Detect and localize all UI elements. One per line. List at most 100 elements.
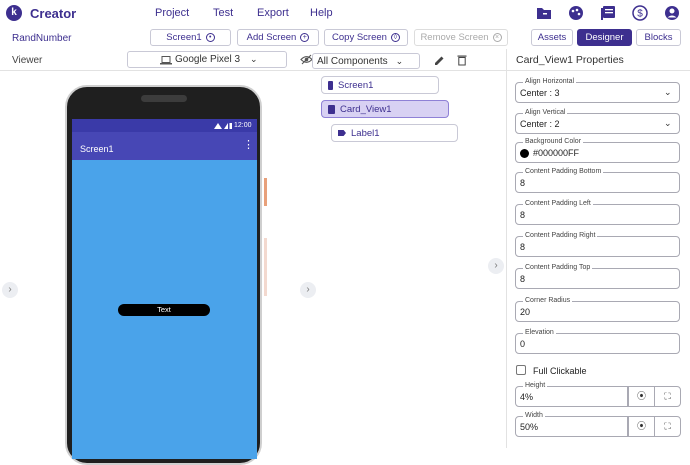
laptop-icon [160, 56, 172, 65]
color-swatch-icon [520, 149, 529, 158]
tree-item-label: Label1 [351, 127, 380, 139]
device-label: Google Pixel 3 [175, 54, 241, 65]
dropdown-circle-icon: • [205, 33, 215, 42]
content-padding-left-label: Content Padding Left [523, 200, 593, 207]
logo-icon: k [6, 5, 22, 21]
account-icon[interactable] [664, 5, 680, 21]
more-vert-icon[interactable]: ⋮ [243, 140, 254, 151]
tree-item-label1[interactable]: Label1 [331, 124, 458, 142]
tree-item-label: Card_View1 [340, 103, 392, 115]
palette-icon[interactable] [568, 5, 584, 21]
content-padding-right-label: Content Padding Right [523, 232, 598, 239]
menu-test[interactable]: Test [213, 7, 233, 19]
add-screen-label: Add Screen [246, 32, 297, 43]
status-clock: 12:00 [234, 122, 252, 129]
components-filter-label: All Components [317, 55, 388, 67]
content-padding-bottom-label: Content Padding Bottom [523, 168, 604, 175]
tree-item-screen1[interactable]: Screen1 [321, 76, 439, 94]
align-horizontal-label: Align Horizontal [523, 78, 577, 85]
content-padding-left-value: 8 [520, 210, 526, 220]
card-view-text[interactable]: Text [118, 304, 210, 316]
label-icon [338, 130, 346, 136]
phone-speaker [141, 95, 187, 102]
screen-title: Screen1 [80, 144, 114, 154]
elevation-label: Elevation [523, 329, 556, 336]
assets-button[interactable]: Assets [531, 29, 573, 46]
width-label: Width [523, 412, 545, 419]
device-select[interactable]: Google Pixel 3 ⌄ [127, 51, 287, 68]
menu-export[interactable]: Export [257, 7, 289, 19]
full-clickable-label: Full Clickable [533, 366, 587, 376]
properties-collapse-arrow[interactable]: › [488, 258, 504, 274]
properties-divider [506, 49, 507, 448]
phone-side-button [264, 178, 267, 206]
folder-icon[interactable] [536, 5, 552, 21]
height-value: 4% [520, 392, 534, 402]
viewer-header-divider [0, 70, 506, 71]
corner-radius-input[interactable] [515, 301, 680, 322]
fit-screen-icon[interactable]: ⦿ [628, 416, 655, 437]
viewer-label: Viewer [12, 55, 43, 66]
content-padding-right-input[interactable] [515, 236, 680, 257]
remove-icon: × [492, 33, 502, 42]
phone-side-button-lower [264, 238, 267, 296]
chevron-down-icon: ⌄ [664, 87, 672, 97]
background-color-value: #000000FF [533, 148, 580, 158]
height-label: Height [523, 382, 548, 389]
copy-icon: ◊ [390, 33, 400, 42]
fit-screen-icon[interactable]: ⦿ [628, 386, 655, 407]
svg-text:$: $ [637, 9, 643, 20]
blocks-button[interactable]: Blocks [636, 29, 681, 46]
width-value: 50% [520, 422, 539, 432]
content-padding-bottom-value: 8 [520, 178, 526, 188]
content-padding-top-label: Content Padding Top [523, 264, 593, 271]
background-color-label: Background Color [523, 138, 584, 145]
phone-icon [328, 80, 333, 90]
components-filter[interactable]: All Components ⌄ [312, 53, 420, 69]
designer-button[interactable]: Designer [577, 29, 632, 46]
tree-item-card-view1[interactable]: Card_View1 [321, 100, 449, 118]
elevation-value: 0 [520, 339, 526, 349]
content-padding-right-value: 8 [520, 242, 526, 252]
tree-item-label: Screen1 [338, 79, 374, 91]
align-horizontal-value: Center : 3 [520, 88, 560, 98]
full-clickable-checkbox[interactable] [516, 365, 526, 375]
align-vertical-label: Align Vertical [523, 109, 568, 116]
copy-screen-label: Copy Screen [332, 32, 387, 43]
corner-radius-value: 20 [520, 307, 531, 317]
remove-screen-label: Remove Screen [420, 32, 489, 43]
app-title: Creator [30, 6, 77, 21]
fullscreen-icon[interactable]: ⛶ [654, 416, 681, 437]
properties-header-divider [507, 70, 690, 71]
chevron-down-icon: ⌄ [395, 55, 404, 66]
content-padding-bottom-input[interactable] [515, 172, 680, 193]
edit-icon[interactable] [434, 55, 445, 66]
copy-screen-button[interactable]: Copy Screen ◊ [324, 29, 408, 46]
plus-icon: + [300, 33, 310, 42]
viewer-collapse-arrow[interactable]: › [300, 282, 316, 298]
align-vertical-value: Center : 2 [520, 119, 560, 129]
content-padding-top-value: 8 [520, 274, 526, 284]
signal-battery-icon [214, 123, 232, 129]
chevron-down-icon: ⌄ [664, 118, 672, 128]
content-padding-top-input[interactable] [515, 268, 680, 289]
screen-select[interactable]: Screen1 • [150, 29, 231, 46]
properties-title: Card_View1 Properties [516, 54, 624, 66]
phone-screen[interactable] [72, 119, 257, 459]
dollar-icon[interactable]: $ [632, 5, 648, 21]
screen-select-label: Screen1 [166, 32, 202, 43]
chevron-down-icon: ⌄ [250, 54, 258, 64]
remove-screen-button[interactable]: Remove Screen × [414, 29, 508, 46]
fullscreen-icon[interactable]: ⛶ [654, 386, 681, 407]
content-padding-left-input[interactable] [515, 204, 680, 225]
project-name: RandNumber [12, 33, 72, 44]
menu-project[interactable]: Project [155, 7, 189, 19]
left-collapse-arrow[interactable]: › [2, 282, 18, 298]
corner-radius-label: Corner Radius [523, 297, 573, 304]
delete-icon[interactable] [457, 54, 467, 66]
add-screen-button[interactable]: Add Screen + [237, 29, 319, 46]
menu-help[interactable]: Help [310, 7, 333, 19]
card-icon [328, 104, 335, 114]
elevation-input[interactable] [515, 333, 680, 354]
library-icon[interactable] [600, 5, 616, 21]
